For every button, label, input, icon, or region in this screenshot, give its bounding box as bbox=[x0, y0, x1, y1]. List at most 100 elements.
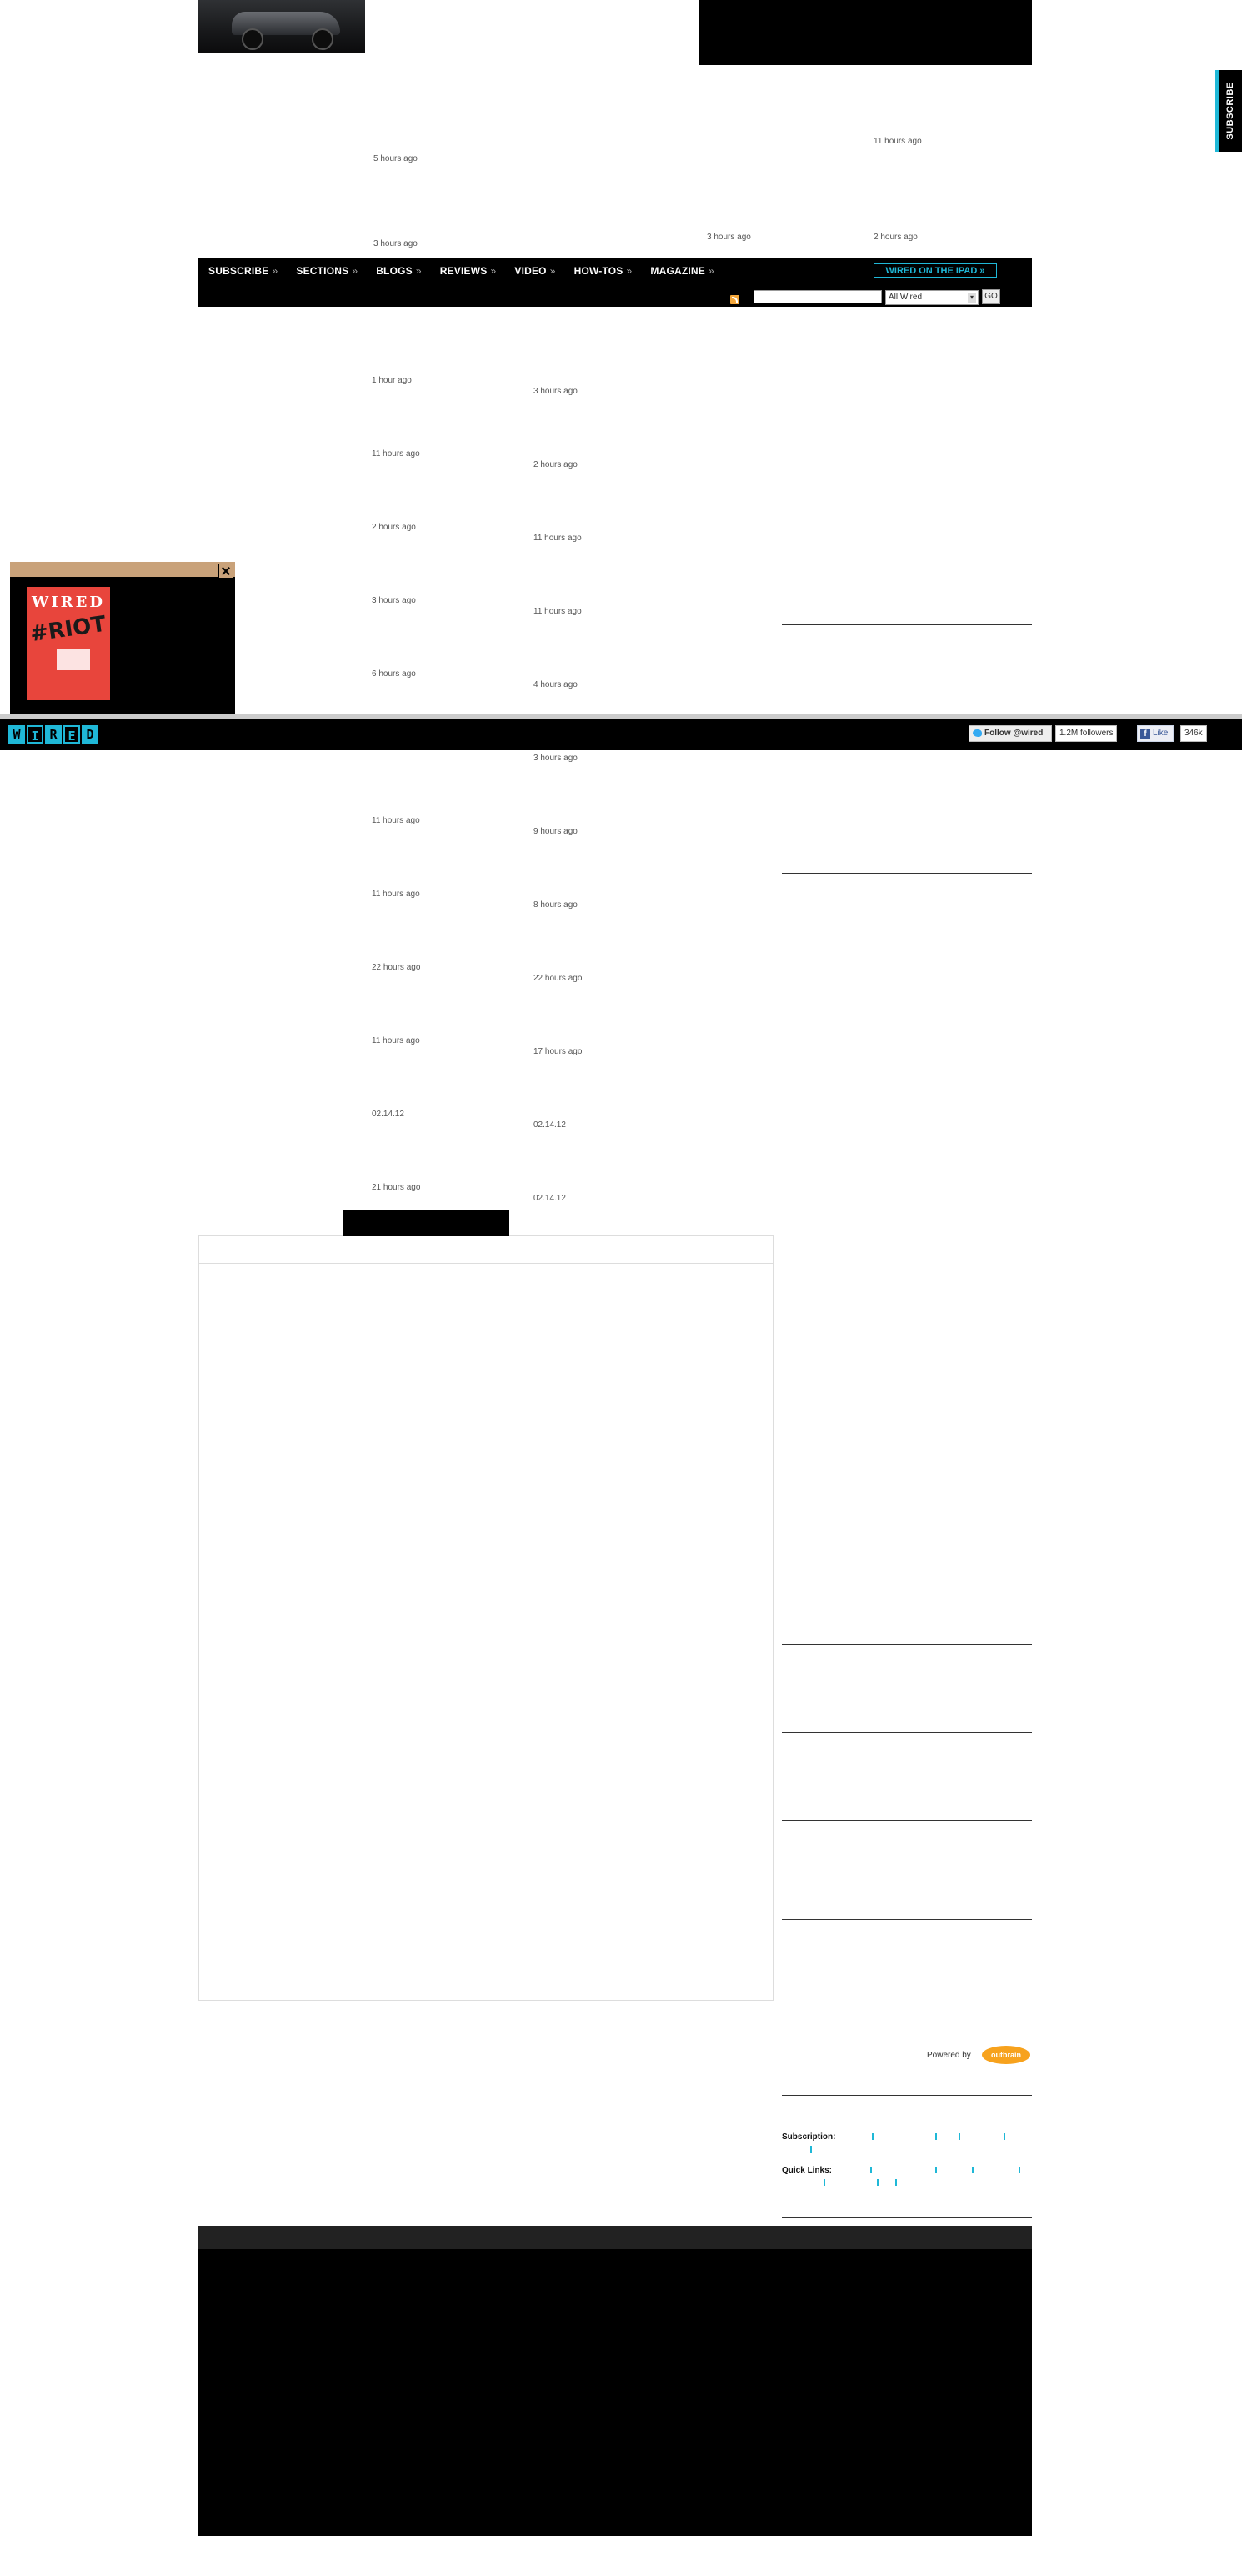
subscribe-side-tab-label: SUBSCRIBE bbox=[1225, 82, 1235, 140]
nav-item-reviews[interactable]: REVIEWS» bbox=[440, 265, 497, 277]
top-ad-slot[interactable] bbox=[699, 0, 1032, 65]
chevron-right-icon: » bbox=[709, 265, 714, 277]
chevron-right-icon: » bbox=[626, 265, 633, 277]
subscribe-side-tab[interactable]: SUBSCRIBE bbox=[1215, 70, 1242, 152]
link-separator bbox=[935, 2167, 937, 2173]
story-timestamp: 11 hours ago bbox=[372, 449, 420, 459]
nav-item-video[interactable]: VIDEO» bbox=[514, 265, 555, 277]
story-timestamp: 9 hours ago bbox=[533, 827, 578, 836]
facebook-like-button[interactable]: f Like bbox=[1137, 725, 1174, 742]
twitter-bird-icon bbox=[973, 729, 982, 737]
sidebar-divider bbox=[782, 624, 1032, 625]
facebook-icon: f bbox=[1140, 729, 1150, 739]
nav-item-subscribe[interactable]: SUBSCRIBE» bbox=[208, 265, 278, 277]
nav-item-label: MAGAZINE bbox=[650, 265, 705, 277]
quick-links-label: Quick Links: bbox=[782, 2166, 833, 2175]
tab-active[interactable] bbox=[343, 1210, 509, 1236]
car-thumbnail[interactable] bbox=[198, 0, 365, 53]
logo-letter: W bbox=[8, 725, 25, 744]
story-timestamp: 11 hours ago bbox=[372, 1036, 420, 1045]
link-separator bbox=[877, 2179, 879, 2186]
logo-letter: I bbox=[27, 725, 43, 744]
story-timestamp: 21 hours ago bbox=[372, 1183, 421, 1192]
rss-icon[interactable] bbox=[730, 295, 739, 304]
car-wheel-rear bbox=[312, 28, 333, 50]
story-timestamp: 4 hours ago bbox=[533, 680, 578, 689]
outbrain-logo[interactable]: outbrain bbox=[982, 2046, 1030, 2064]
story-timestamp: 2 hours ago bbox=[372, 523, 416, 532]
hero-timestamp: 11 hours ago bbox=[874, 137, 922, 146]
link-separator bbox=[824, 2179, 825, 2186]
logo-letter: D bbox=[82, 725, 98, 744]
nav-item-sections[interactable]: SECTIONS» bbox=[296, 265, 358, 277]
facebook-like-count: 346k bbox=[1180, 725, 1207, 742]
nav-item-label: SUBSCRIBE bbox=[208, 265, 269, 277]
sidebar-divider bbox=[782, 1644, 1032, 1645]
footer bbox=[198, 2249, 1032, 2536]
search-go-button[interactable]: GO bbox=[982, 289, 1000, 304]
chevron-right-icon: » bbox=[549, 265, 556, 277]
hero-timestamp: 3 hours ago bbox=[373, 239, 418, 248]
story-timestamp: 11 hours ago bbox=[372, 890, 420, 899]
nav-item-label: SECTIONS bbox=[296, 265, 349, 277]
hero-timestamp: 2 hours ago bbox=[874, 233, 918, 242]
nav-item-label: VIDEO bbox=[514, 265, 547, 277]
link-separator bbox=[870, 2167, 872, 2173]
tab-strip bbox=[199, 1236, 773, 1264]
car-wheel-front bbox=[242, 28, 263, 50]
hero-timestamp: 5 hours ago bbox=[373, 154, 418, 163]
story-timestamp: 22 hours ago bbox=[533, 974, 583, 983]
sidebar-divider bbox=[782, 2095, 1032, 2096]
chevron-right-icon: » bbox=[272, 265, 278, 277]
story-timestamp: 11 hours ago bbox=[372, 816, 420, 825]
story-timestamp: 3 hours ago bbox=[533, 754, 578, 763]
chevron-right-icon: » bbox=[415, 265, 422, 277]
logo-letter: R bbox=[45, 725, 62, 744]
story-timestamp: 02.14.12 bbox=[372, 1110, 404, 1119]
chevron-right-icon: » bbox=[979, 266, 985, 276]
twitter-follow-button[interactable]: Follow @wired bbox=[969, 725, 1052, 742]
chevron-right-icon: » bbox=[490, 265, 497, 277]
sidebar-divider bbox=[782, 2217, 1032, 2218]
wired-logo[interactable]: W I R E D bbox=[8, 725, 98, 744]
wired-toolbar: W I R E D Follow @wired 1.2M followers f… bbox=[0, 719, 1242, 750]
magazine-popup-header bbox=[10, 562, 235, 577]
story-timestamp: 8 hours ago bbox=[533, 900, 578, 910]
search-scope-select[interactable]: All Wired ▾ bbox=[885, 290, 979, 305]
story-timestamp: 2 hours ago bbox=[533, 460, 578, 469]
nav-item-how-tos[interactable]: HOW-TOS» bbox=[574, 265, 633, 277]
ipad-button-label: WIRED ON THE IPAD bbox=[885, 266, 978, 276]
nav-item-magazine[interactable]: MAGAZINE » bbox=[650, 265, 714, 277]
tabbed-content-box bbox=[198, 1210, 774, 2001]
follow-label: Follow @wired bbox=[984, 729, 1044, 738]
footer-header-strip bbox=[198, 2226, 1032, 2249]
story-timestamp: 02.14.12 bbox=[533, 1120, 566, 1130]
main-navigation: SUBSCRIBE» SECTIONS» BLOGS» REVIEWS» VID… bbox=[198, 258, 1032, 307]
link-separator bbox=[972, 2167, 974, 2173]
chevron-right-icon: » bbox=[352, 265, 358, 277]
link-separator bbox=[895, 2179, 897, 2186]
story-timestamp: 11 hours ago bbox=[533, 534, 582, 543]
logo-letter: E bbox=[63, 725, 80, 744]
link-separator bbox=[810, 2146, 812, 2153]
sidebar-divider bbox=[782, 1820, 1032, 1821]
link-separator bbox=[959, 2133, 960, 2140]
wired-on-ipad-button[interactable]: WIRED ON THE IPAD » bbox=[874, 263, 997, 278]
search-scope-value: All Wired bbox=[889, 293, 923, 302]
magazine-cover-headline: #RIOT bbox=[28, 611, 108, 648]
nav-item-blogs[interactable]: BLOGS» bbox=[376, 265, 422, 277]
magazine-cover-image[interactable]: WIRED #RIOT bbox=[27, 587, 110, 700]
subscription-label: Subscription: bbox=[782, 2132, 836, 2142]
nav-items: SUBSCRIBE» SECTIONS» BLOGS» REVIEWS» VID… bbox=[208, 265, 733, 277]
sidebar-divider bbox=[782, 1919, 1032, 1920]
twitter-followers-count: 1.2M followers bbox=[1055, 725, 1118, 742]
sidebar-divider bbox=[782, 873, 1032, 874]
nav-item-label: REVIEWS bbox=[439, 265, 488, 277]
magazine-cover-blurb bbox=[57, 649, 90, 670]
story-timestamp: 1 hour ago bbox=[372, 376, 412, 385]
search-input[interactable] bbox=[754, 290, 882, 303]
magazine-popup: WIRED #RIOT bbox=[10, 562, 235, 714]
hero-timestamp: 3 hours ago bbox=[707, 233, 751, 242]
story-timestamp: 02.14.12 bbox=[533, 1194, 566, 1203]
close-icon[interactable] bbox=[218, 564, 233, 579]
